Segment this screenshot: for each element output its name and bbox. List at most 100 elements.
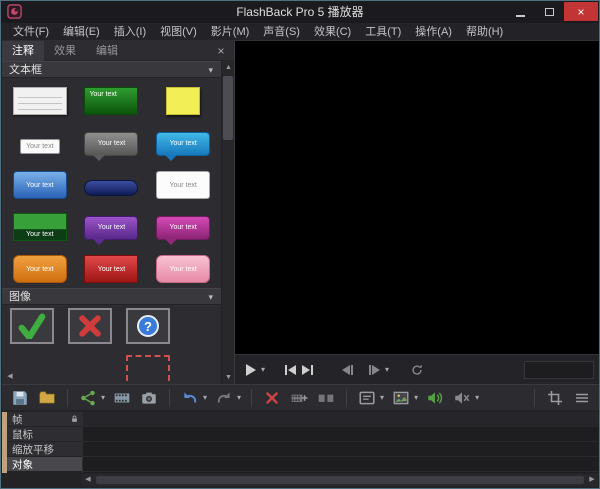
- section-header-textboxes[interactable]: 文本框 ▾: [2, 61, 221, 78]
- step-forward-icon: [372, 365, 380, 375]
- cross-icon: [77, 313, 103, 339]
- loop-button[interactable]: [407, 359, 427, 381]
- scrollbar-thumb[interactable]: [223, 76, 233, 140]
- track-label: 帧: [12, 412, 23, 427]
- mute-button[interactable]: [452, 388, 472, 408]
- menu-item-effects[interactable]: 效果(C): [307, 23, 358, 41]
- insert-image-button[interactable]: [391, 388, 411, 408]
- menu-item-edit[interactable]: 编辑(E): [56, 23, 107, 41]
- tab-edit[interactable]: 编辑: [86, 41, 128, 61]
- step-back-icon: [342, 365, 350, 375]
- open-button[interactable]: [37, 388, 57, 408]
- track-row-zoom-pan[interactable]: 缩放平移: [7, 442, 82, 457]
- menu-item-view[interactable]: 视图(V): [153, 23, 204, 41]
- frames-track-lane[interactable]: [83, 412, 598, 427]
- textbox-thumb-purple-bubble[interactable]: Your text: [84, 216, 138, 240]
- thumb-label: Your text: [21, 140, 59, 153]
- textbox-thumb-magenta-bubble[interactable]: Your text: [156, 216, 210, 240]
- scroll-down-button[interactable]: ▼: [222, 371, 234, 384]
- scroll-right-button[interactable]: ▶: [586, 474, 598, 486]
- panel-close-button[interactable]: ×: [214, 44, 228, 58]
- track-row-mouse[interactable]: 鼠标: [7, 427, 82, 442]
- mouse-track-lane[interactable]: [83, 427, 598, 442]
- menu-item-movie[interactable]: 影片(M): [204, 23, 257, 41]
- insert-object-dropdown[interactable]: ▾: [380, 393, 384, 402]
- menu-item-actions[interactable]: 操作(A): [408, 23, 459, 41]
- hscrollbar-thumb[interactable]: [96, 476, 584, 484]
- jump-to-start-button[interactable]: [281, 359, 299, 381]
- audio-dropdown[interactable]: ▾: [475, 393, 479, 402]
- section-header-images[interactable]: 图像 ▾: [2, 288, 221, 305]
- minimize-button[interactable]: [506, 2, 535, 21]
- image-thumb-question[interactable]: ?: [126, 308, 170, 344]
- objects-track-lane[interactable]: [83, 457, 598, 472]
- textbox-thumb-small-label[interactable]: Your text: [20, 139, 60, 154]
- redo-button[interactable]: [214, 388, 234, 408]
- screenshot-button[interactable]: [139, 388, 159, 408]
- textbox-thumb-blue-bubble[interactable]: Your text: [156, 132, 210, 156]
- trim-frames-button[interactable]: [316, 388, 336, 408]
- track-label: 缩放平移: [12, 442, 54, 457]
- panel-scroll-area: 文本框 ▾ Your text Your text Your text Your…: [2, 61, 221, 384]
- textbox-thumb-gray-bubble[interactable]: Your text: [84, 132, 138, 156]
- textbox-thumb-yellow-sticky[interactable]: [166, 87, 200, 115]
- step-forward-button[interactable]: [365, 359, 383, 381]
- menu-item-tools[interactable]: 工具(T): [358, 23, 408, 41]
- jump-to-end-button[interactable]: [299, 359, 317, 381]
- zoom-pan-track-lane[interactable]: [83, 442, 598, 457]
- thumb-label: Your text: [85, 133, 137, 155]
- textbox-thumb-green-callout[interactable]: Your text: [13, 213, 67, 241]
- crop-button[interactable]: [545, 388, 565, 408]
- play-button[interactable]: [243, 359, 259, 381]
- menu-item-insert[interactable]: 插入(I): [107, 23, 153, 41]
- menu-button[interactable]: [572, 388, 592, 408]
- scroll-left-button[interactable]: ◀: [82, 474, 94, 486]
- collapse-caret-icon[interactable]: ▾: [208, 62, 213, 78]
- image-thumb-check[interactable]: [10, 308, 54, 344]
- insert-object-button[interactable]: [357, 388, 377, 408]
- textbox-thumb-red-box[interactable]: Your text: [84, 255, 138, 283]
- audio-button[interactable]: [425, 388, 445, 408]
- track-row-objects[interactable]: 对象: [7, 457, 82, 472]
- image-thumb-cross[interactable]: [68, 308, 112, 344]
- delete-button[interactable]: [262, 388, 282, 408]
- menu-item-help[interactable]: 帮助(H): [459, 23, 510, 41]
- collapse-caret-icon[interactable]: ▾: [208, 289, 213, 305]
- lock-icon: [70, 414, 79, 424]
- textbox-thumb-green-box[interactable]: Your text: [84, 87, 138, 115]
- redo-dropdown[interactable]: ▾: [237, 393, 241, 402]
- textbox-thumb-blue-box[interactable]: Your text: [13, 171, 67, 199]
- textbox-thumb-orange-box[interactable]: Your text: [13, 255, 67, 283]
- save-button[interactable]: [10, 388, 30, 408]
- undo-button[interactable]: [180, 388, 200, 408]
- step-back-button[interactable]: [339, 359, 357, 381]
- textbox-thumb-white-note[interactable]: [13, 87, 67, 115]
- image-thumb-selection-dashed[interactable]: [126, 355, 170, 384]
- menu-item-sound[interactable]: 声音(S): [256, 23, 307, 41]
- export-movie-button[interactable]: [112, 388, 132, 408]
- insert-image-dropdown[interactable]: ▾: [414, 393, 418, 402]
- timeline-tracks[interactable]: [82, 412, 598, 473]
- share-dropdown[interactable]: ▾: [101, 393, 105, 402]
- delete-icon: [264, 390, 280, 406]
- textbox-thumb-navy-bar[interactable]: [84, 180, 138, 196]
- textbox-thumb-pink-box[interactable]: Your text: [156, 255, 210, 283]
- textbox-thumb-white-card[interactable]: Your text: [156, 171, 210, 199]
- undo-dropdown[interactable]: ▾: [203, 393, 207, 402]
- scroll-up-button[interactable]: ▲: [222, 61, 234, 74]
- play-options-dropdown[interactable]: ▾: [259, 365, 267, 374]
- close-button[interactable]: ×: [564, 2, 598, 21]
- share-button[interactable]: [78, 388, 98, 408]
- maximize-button[interactable]: [535, 2, 564, 21]
- tab-annotations[interactable]: 注释: [2, 41, 44, 61]
- section-title-textboxes: 文本框: [9, 64, 42, 76]
- tab-effects[interactable]: 效果: [44, 41, 86, 61]
- step-options-dropdown[interactable]: ▾: [383, 365, 391, 374]
- insert-frames-button[interactable]: [289, 388, 309, 408]
- track-row-frames[interactable]: 帧: [7, 412, 82, 427]
- timeline-horizontal-scrollbar[interactable]: ◀ ▶: [82, 474, 598, 486]
- share-icon: [79, 389, 97, 407]
- panel-scrollbar[interactable]: ▲ ▼: [221, 61, 234, 384]
- menu-item-file[interactable]: 文件(F): [6, 23, 56, 41]
- panel-scroll-left-button[interactable]: ◀: [4, 371, 16, 383]
